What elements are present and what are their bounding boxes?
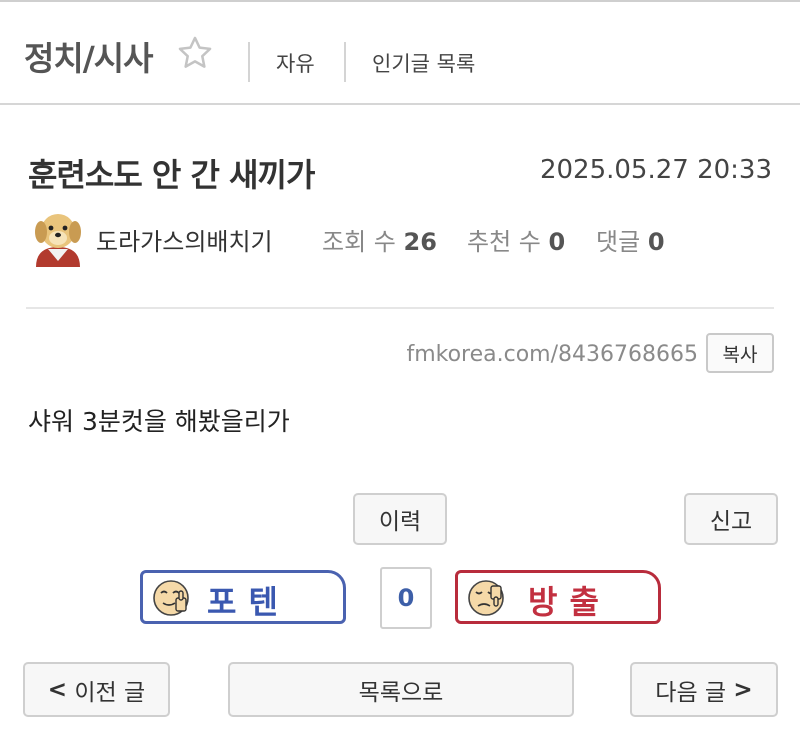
author-name[interactable]: 도라가스의배치기 xyxy=(96,222,273,257)
view-count-value: 26 xyxy=(403,228,437,256)
prev-arrow-icon: < xyxy=(47,676,68,703)
next-arrow-icon: > xyxy=(733,676,753,703)
post-date: 2025.05.27 20:33 xyxy=(539,155,772,185)
comment-count-label: 댓글 xyxy=(596,228,641,256)
view-count-label: 조회 수 xyxy=(322,228,396,256)
back-to-list-button[interactable]: 목록으로 xyxy=(228,662,574,717)
next-post-label: 다음 글 xyxy=(655,679,727,706)
recommend-count-value: 0 xyxy=(548,228,566,256)
vote-down-label: 방출 xyxy=(528,583,611,621)
dog-avatar-icon[interactable] xyxy=(30,207,86,267)
prev-post-label: 이전 글 xyxy=(74,679,146,706)
thumbs-down-face-icon xyxy=(468,580,504,616)
vote-up-button[interactable]: 포텐 xyxy=(140,570,346,624)
header-link-free[interactable]: 자유 xyxy=(276,48,315,78)
prev-post-button[interactable]: < 이전 글 xyxy=(23,662,170,717)
comment-count: 댓글 0 xyxy=(596,222,665,257)
header-link-popular[interactable]: 인기글 목록 xyxy=(372,48,475,78)
vote-down-button[interactable]: 방출 xyxy=(455,570,661,624)
header-separator xyxy=(344,42,346,82)
board-header: 정치/시사 자유 인기글 목록 xyxy=(0,2,800,105)
content-divider xyxy=(26,307,774,309)
post-body: 샤워 3분컷을 해봤을리가 xyxy=(28,407,290,436)
vote-count: 0 xyxy=(380,567,432,629)
board-title[interactable]: 정치/시사 xyxy=(24,32,153,80)
copy-url-button[interactable]: 복사 xyxy=(706,333,774,373)
header-separator xyxy=(248,42,250,82)
history-button[interactable]: 이력 xyxy=(353,493,447,545)
next-post-button[interactable]: 다음 글 > xyxy=(630,662,778,717)
post-url: fmkorea.com/8436768665 xyxy=(406,342,698,367)
post-title: 훈련소도 안 간 새끼가 xyxy=(28,156,315,194)
report-button[interactable]: 신고 xyxy=(684,493,778,545)
recommend-count-label: 추천 수 xyxy=(467,228,541,256)
recommend-count: 추천 수 0 xyxy=(467,222,565,257)
comment-count-value: 0 xyxy=(647,228,665,256)
vote-up-label: 포텐 xyxy=(207,583,290,621)
star-icon[interactable] xyxy=(176,34,214,72)
view-count: 조회 수 26 xyxy=(322,222,437,257)
thumbs-up-face-icon xyxy=(153,580,189,616)
